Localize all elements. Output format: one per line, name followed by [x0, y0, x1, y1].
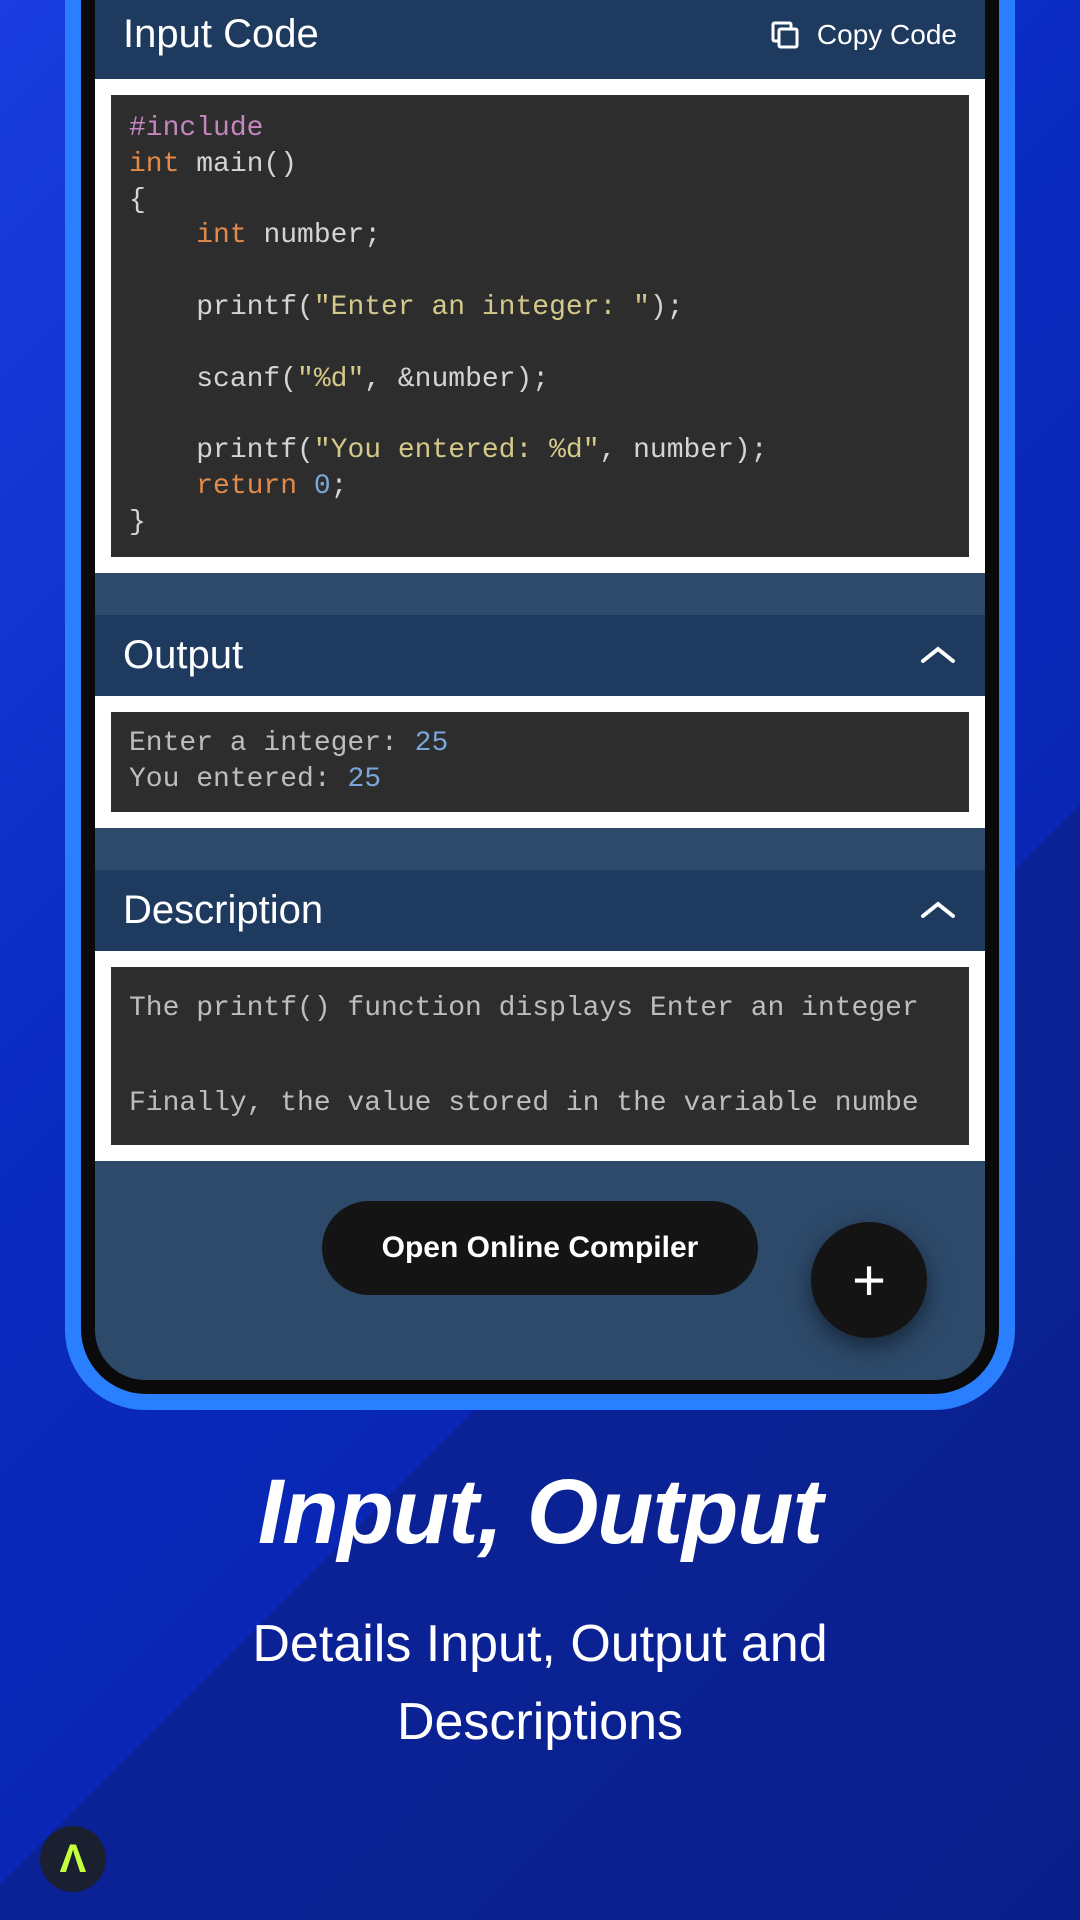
- open-compiler-button[interactable]: Open Online Compiler: [322, 1201, 759, 1295]
- output-title: Output: [123, 633, 243, 678]
- copy-icon: [767, 17, 803, 53]
- output-header[interactable]: Output: [95, 615, 985, 696]
- promo-title: Input, Output: [0, 1460, 1080, 1565]
- fab-add-button[interactable]: +: [811, 1222, 927, 1338]
- output-block: Enter a integer: 25 You entered: 25: [111, 712, 969, 812]
- app-badge: Λ: [40, 1826, 106, 1892]
- lambda-icon: Λ: [60, 1837, 87, 1882]
- promo-subtitle: Details Input, Output and Descriptions: [0, 1605, 1080, 1761]
- description-title: Description: [123, 888, 323, 933]
- plus-icon: +: [852, 1247, 886, 1314]
- app-screen: Input Code Copy Code #include int main()…: [95, 0, 985, 1380]
- copy-code-label: Copy Code: [817, 19, 957, 51]
- chevron-up-icon: [919, 644, 957, 666]
- input-code-panel: #include int main() { int number; printf…: [95, 79, 985, 573]
- output-panel: Enter a integer: 25 You entered: 25: [95, 696, 985, 828]
- input-code-title: Input Code: [123, 12, 319, 57]
- chevron-up-icon: [919, 899, 957, 921]
- description-panel: The printf() function displays Enter an …: [95, 951, 985, 1162]
- copy-code-button[interactable]: Copy Code: [767, 17, 957, 53]
- promo-text: Input, Output Details Input, Output and …: [0, 1460, 1080, 1761]
- description-block: The printf() function displays Enter an …: [111, 967, 969, 1146]
- code-block: #include int main() { int number; printf…: [111, 95, 969, 557]
- phone-frame: Input Code Copy Code #include int main()…: [65, 0, 1015, 1410]
- input-code-header: Input Code Copy Code: [95, 0, 985, 79]
- description-header[interactable]: Description: [95, 870, 985, 951]
